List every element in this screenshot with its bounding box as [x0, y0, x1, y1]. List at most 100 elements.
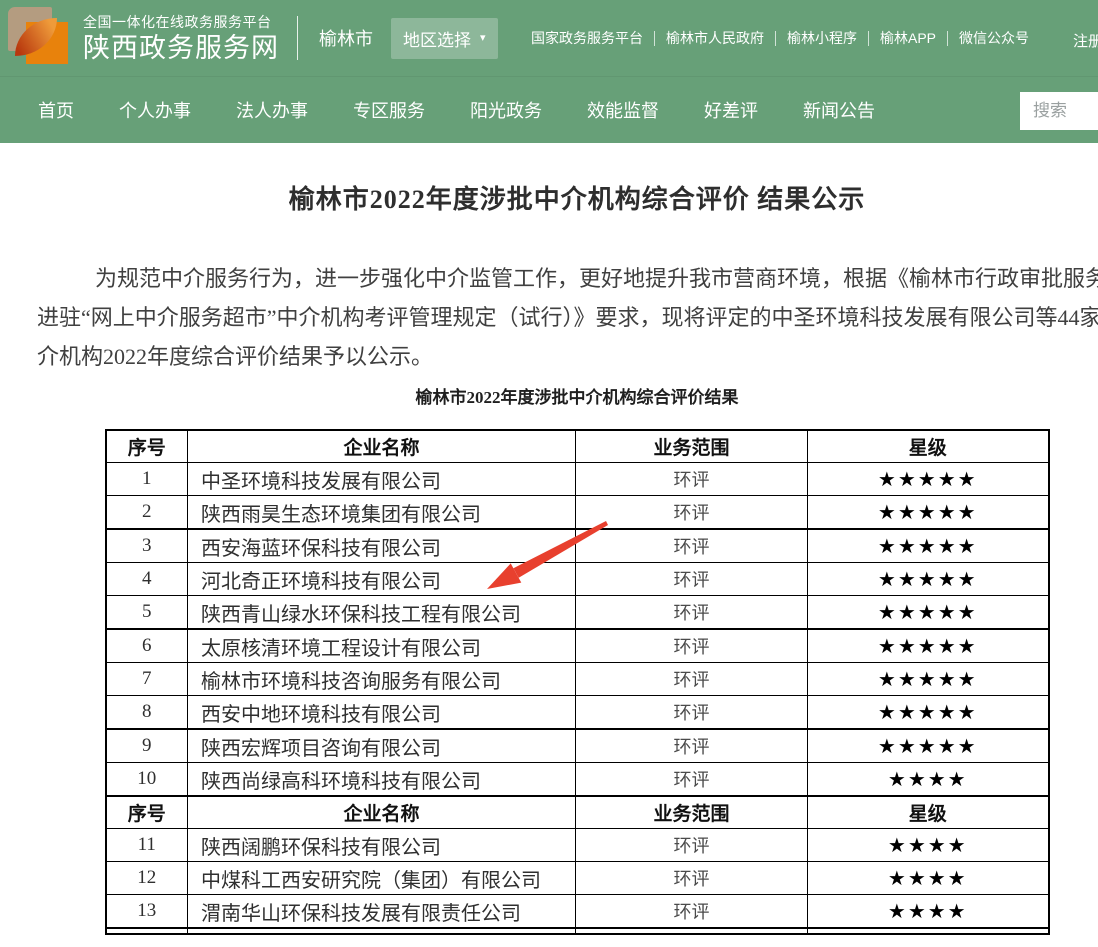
table-header-row: 序号企业名称业务范围星级: [106, 430, 1049, 463]
company-name: 中煤科工西安研究院（集团）有限公司: [188, 862, 576, 895]
business-scope: 环评: [576, 696, 808, 730]
company-name: 太原核清环境工程设计有限公司: [188, 629, 576, 663]
nav-item-7[interactable]: 新闻公告: [803, 97, 875, 123]
announcement-article: 榆林市2022年度涉批中介机构综合评价 结果公示 为规范中介服务行为，进一步强化…: [37, 185, 1098, 935]
business-scope: 环评: [576, 729, 808, 763]
table-row: 13渭南华山环保科技发展有限责任公司环评★★★★: [106, 895, 1049, 929]
row-index: 2: [106, 496, 188, 530]
company-name: 陕西阔鹏环保科技有限公司: [188, 829, 576, 862]
paragraph-line-1: 为规范中介服务行为，进一步强化中介监管工作，更好地提升我市营商环境，根据《榆林市…: [37, 259, 1098, 298]
header-divider: [297, 16, 298, 60]
star-rating: ★★★★★: [808, 496, 1049, 530]
column-header-2: 业务范围: [576, 796, 808, 829]
table-row: 4河北奇正环境科技有限公司环评★★★★★: [106, 563, 1049, 596]
star-rating: ★★★★★: [808, 663, 1049, 696]
column-header-3: 星级: [808, 796, 1049, 829]
company-name: 西安海蓝环保科技有限公司: [188, 529, 576, 563]
row-index: 1: [106, 463, 188, 496]
row-index: 5: [106, 596, 188, 630]
star-rating: ★★★★: [808, 829, 1049, 862]
header-link-4[interactable]: 微信公众号: [948, 28, 1040, 48]
table-row: 12中煤科工西安研究院（集团）有限公司环评★★★★: [106, 862, 1049, 895]
row-index: 11: [106, 829, 188, 862]
table-row: 10陕西尚绿高科环境科技有限公司环评★★★★: [106, 763, 1049, 797]
company-name: 榆林市环境科技咨询服务有限公司: [188, 663, 576, 696]
company-name: 河北奇正环境科技有限公司: [188, 563, 576, 596]
row-index: 9: [106, 729, 188, 763]
business-scope: 环评: [576, 463, 808, 496]
paragraph-line-3: 介机构2022年度综合评价结果予以公示。: [37, 337, 1098, 376]
column-header-1: 企业名称: [188, 430, 576, 463]
column-header-0: 序号: [106, 430, 188, 463]
table-row-partial: [106, 928, 1049, 934]
table-row: 3西安海蓝环保科技有限公司环评★★★★★: [106, 529, 1049, 563]
row-index: 3: [106, 529, 188, 563]
row-index: 6: [106, 629, 188, 663]
header-link-3[interactable]: 榆林APP: [869, 28, 947, 48]
paragraph-line-2: 进驻“网上中介服务超市”中介机构考评管理规定（试行）》要求，现将评定的中圣环境科…: [37, 298, 1098, 337]
business-scope: 环评: [576, 529, 808, 563]
star-rating: ★★★★: [808, 895, 1049, 929]
star-rating: ★★★★: [808, 862, 1049, 895]
site-logo: [6, 5, 74, 71]
table-row: 1中圣环境科技发展有限公司环评★★★★★: [106, 463, 1049, 496]
business-scope: 环评: [576, 895, 808, 929]
table-row: 5陕西青山绿水环保科技工程有限公司环评★★★★★: [106, 596, 1049, 630]
platform-label: 全国一体化在线政务服务平台: [83, 15, 279, 29]
business-scope: 环评: [576, 596, 808, 630]
row-index: 13: [106, 895, 188, 929]
star-rating: ★★★★★: [808, 596, 1049, 630]
table-header-row: 序号企业名称业务范围星级: [106, 796, 1049, 829]
nav-item-0[interactable]: 首页: [38, 97, 74, 123]
table-row: 8西安中地环境科技有限公司环评★★★★★: [106, 696, 1049, 730]
company-name: 中圣环境科技发展有限公司: [188, 463, 576, 496]
nav-item-6[interactable]: 好差评: [704, 97, 758, 123]
region-selector-button[interactable]: 地区选择 ▾: [391, 18, 498, 59]
company-name: 陕西宏辉项目咨询有限公司: [188, 729, 576, 763]
row-index: 12: [106, 862, 188, 895]
announcement-paragraph: 为规范中介服务行为，进一步强化中介监管工作，更好地提升我市营商环境，根据《榆林市…: [37, 259, 1098, 376]
search-input[interactable]: [1020, 92, 1098, 130]
main-nav: 首页 个人办事 法人办事 专区服务 阳光政务 效能监督 好差评 新闻公告: [0, 76, 1098, 143]
nav-item-1[interactable]: 个人办事: [119, 97, 191, 123]
star-rating: ★★★★★: [808, 729, 1049, 763]
nav-item-2[interactable]: 法人办事: [236, 97, 308, 123]
company-name: 陕西青山绿水环保科技工程有限公司: [188, 596, 576, 630]
table-row: 7榆林市环境科技咨询服务有限公司环评★★★★★: [106, 663, 1049, 696]
table-row: 9陕西宏辉项目咨询有限公司环评★★★★★: [106, 729, 1049, 763]
table-row: 11陕西阔鹏环保科技有限公司环评★★★★: [106, 829, 1049, 862]
company-name: 陕西雨昊生态环境集团有限公司: [188, 496, 576, 530]
table-row: 6太原核清环境工程设计有限公司环评★★★★★: [106, 629, 1049, 663]
business-scope: 环评: [576, 663, 808, 696]
header-link-2[interactable]: 榆林小程序: [776, 28, 868, 48]
column-header-3: 星级: [808, 430, 1049, 463]
column-header-1: 企业名称: [188, 796, 576, 829]
header-link-0[interactable]: 国家政务服务平台: [520, 28, 654, 48]
logo-text-block: 全国一体化在线政务服务平台 陕西政务服务网: [83, 15, 279, 62]
business-scope: 环评: [576, 496, 808, 530]
nav-items: 首页 个人办事 法人办事 专区服务 阳光政务 效能监督 好差评 新闻公告: [38, 97, 920, 123]
star-rating: ★★★★★: [808, 563, 1049, 596]
header-quick-links: 国家政务服务平台榆林市人民政府榆林小程序榆林APP微信公众号: [520, 0, 1040, 76]
site-header: 全国一体化在线政务服务平台 陕西政务服务网 榆林市 地区选择 ▾ 国家政务服务平…: [0, 0, 1098, 76]
business-scope: 环评: [576, 629, 808, 663]
row-index: 10: [106, 763, 188, 797]
star-rating: ★★★★★: [808, 463, 1049, 496]
register-link[interactable]: 注册: [1073, 30, 1098, 51]
company-name: 西安中地环境科技有限公司: [188, 696, 576, 730]
page-title: 榆林市2022年度涉批中介机构综合评价 结果公示: [37, 185, 1098, 215]
nav-item-4[interactable]: 阳光政务: [470, 97, 542, 123]
nav-item-3[interactable]: 专区服务: [353, 97, 425, 123]
site-name: 陕西政务服务网: [83, 35, 279, 62]
table-row: 2陕西雨昊生态环境集团有限公司环评★★★★★: [106, 496, 1049, 530]
header-link-1[interactable]: 榆林市人民政府: [655, 28, 775, 48]
nav-item-5[interactable]: 效能监督: [587, 97, 659, 123]
row-index: 4: [106, 563, 188, 596]
star-rating: ★★★★: [808, 763, 1049, 797]
current-city-label: 榆林市: [319, 25, 373, 51]
company-name: 渭南华山环保科技发展有限责任公司: [188, 895, 576, 929]
business-scope: 环评: [576, 563, 808, 596]
region-selector-label: 地区选择: [403, 26, 471, 51]
row-index: 7: [106, 663, 188, 696]
company-name: 陕西尚绿高科环境科技有限公司: [188, 763, 576, 797]
